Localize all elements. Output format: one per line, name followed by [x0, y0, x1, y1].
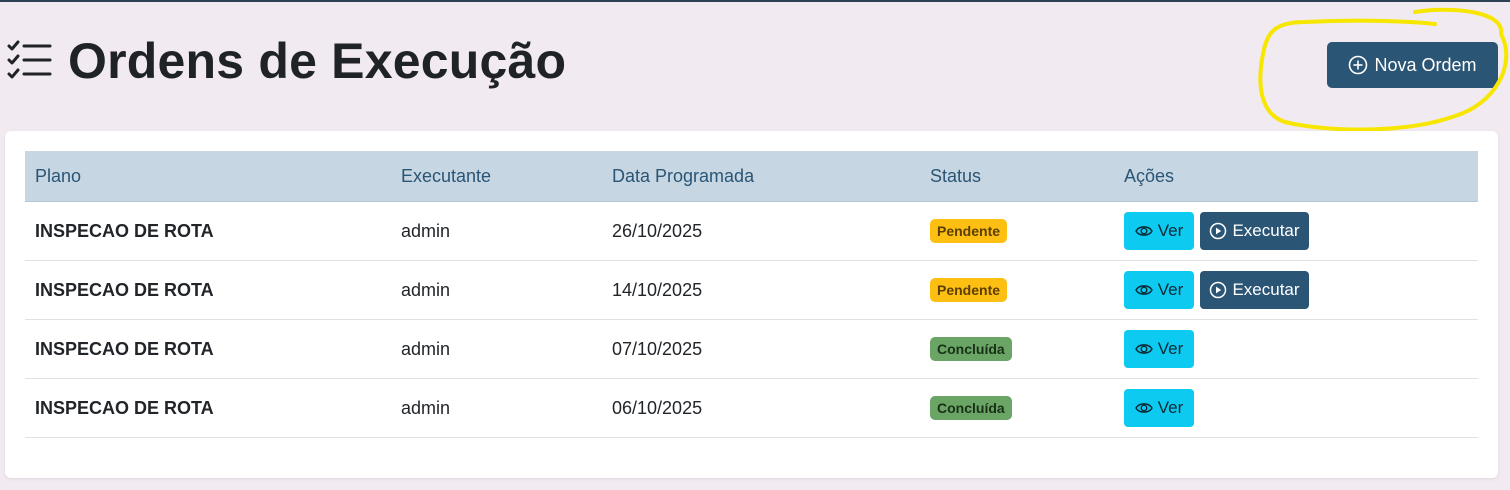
execute-button[interactable]: Executar: [1200, 212, 1309, 250]
row-actions: Ver Executar: [1124, 212, 1468, 250]
row-actions: Ver: [1124, 330, 1468, 368]
table-row: INSPECAO DE ROTA admin 07/10/2025 Conclu…: [25, 319, 1478, 379]
cell-plano: INSPECAO DE ROTA: [25, 319, 391, 379]
column-header-plano: Plano: [25, 151, 391, 202]
execute-label: Executar: [1232, 221, 1300, 240]
play-circle-icon: [1210, 222, 1227, 240]
view-button[interactable]: Ver: [1124, 271, 1194, 309]
view-button[interactable]: Ver: [1124, 212, 1194, 250]
cell-acoes: Ver Executar: [1114, 260, 1478, 320]
column-header-acoes: Ações: [1114, 151, 1478, 202]
view-label: Ver: [1157, 339, 1184, 358]
table-header: Plano Executante Data Programada Status …: [25, 151, 1478, 202]
cell-executante: admin: [391, 378, 602, 438]
table-row: INSPECAO DE ROTA admin 14/10/2025 Penden…: [25, 260, 1478, 320]
page-header: Ordens de Execução Nova Ordem: [0, 0, 1510, 132]
cell-status: Pendente: [920, 260, 1114, 320]
view-button[interactable]: Ver: [1124, 389, 1194, 427]
cell-acoes: Ver: [1114, 378, 1478, 438]
table-body: INSPECAO DE ROTA admin 26/10/2025 Penden…: [25, 201, 1478, 438]
cell-data: 06/10/2025: [602, 378, 920, 438]
play-circle-icon: [1210, 281, 1227, 299]
eye-icon: [1134, 344, 1153, 354]
orders-table: Plano Executante Data Programada Status …: [25, 151, 1478, 438]
cell-plano: INSPECAO DE ROTA: [25, 378, 391, 438]
eye-icon: [1134, 285, 1153, 295]
eye-icon: [1134, 226, 1153, 236]
status-badge: Concluída: [930, 337, 1012, 361]
orders-card: Plano Executante Data Programada Status …: [5, 131, 1498, 478]
cell-executante: admin: [391, 201, 602, 261]
table-row: INSPECAO DE ROTA admin 26/10/2025 Penden…: [25, 201, 1478, 261]
list-check-icon: [7, 40, 52, 79]
new-order-button[interactable]: Nova Ordem: [1327, 42, 1498, 88]
status-badge: Concluída: [930, 396, 1012, 420]
column-header-executante: Executante: [391, 151, 602, 202]
column-header-status: Status: [920, 151, 1114, 202]
plus-circle-icon: [1349, 55, 1368, 75]
cell-executante: admin: [391, 319, 602, 379]
page-title: Ordens de Execução: [68, 33, 567, 89]
row-actions: Ver: [1124, 389, 1468, 427]
view-button[interactable]: Ver: [1124, 330, 1194, 368]
new-order-label: Nova Ordem: [1374, 54, 1477, 75]
cell-data: 26/10/2025: [602, 201, 920, 261]
cell-status: Concluída: [920, 319, 1114, 379]
cell-data: 14/10/2025: [602, 260, 920, 320]
row-actions: Ver Executar: [1124, 271, 1468, 309]
cell-executante: admin: [391, 260, 602, 320]
cell-acoes: Ver Executar: [1114, 201, 1478, 261]
status-badge: Pendente: [930, 278, 1008, 302]
view-label: Ver: [1157, 398, 1184, 417]
view-label: Ver: [1157, 221, 1184, 240]
cell-acoes: Ver: [1114, 319, 1478, 379]
cell-data: 07/10/2025: [602, 319, 920, 379]
execute-button[interactable]: Executar: [1200, 271, 1309, 309]
column-header-data: Data Programada: [602, 151, 920, 202]
execute-label: Executar: [1232, 280, 1300, 299]
cell-plano: INSPECAO DE ROTA: [25, 260, 391, 320]
cell-status: Pendente: [920, 201, 1114, 261]
eye-icon: [1134, 403, 1153, 413]
status-badge: Pendente: [930, 219, 1008, 243]
title-group: Ordens de Execução: [6, 32, 566, 90]
cell-plano: INSPECAO DE ROTA: [25, 201, 391, 261]
view-label: Ver: [1157, 280, 1184, 299]
header-row: Plano Executante Data Programada Status …: [25, 151, 1478, 202]
cell-status: Concluída: [920, 378, 1114, 438]
table-row: INSPECAO DE ROTA admin 06/10/2025 Conclu…: [25, 378, 1478, 438]
